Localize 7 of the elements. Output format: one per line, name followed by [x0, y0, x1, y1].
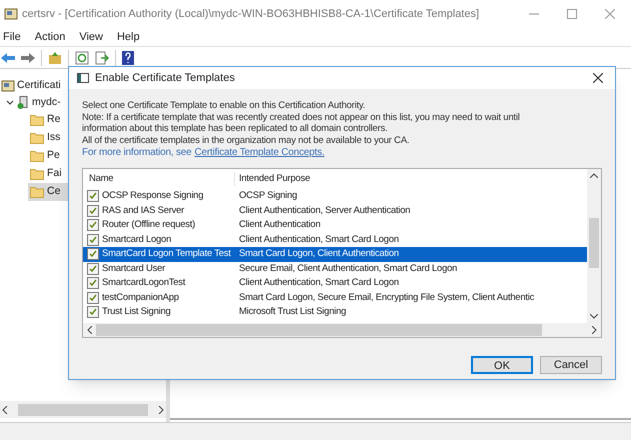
info-text: For more information, see: [82, 146, 192, 159]
window-title: certsrv - [Certification Authority (Local)\mydc-WIN-BO63HBHISB8-CA-1\Certificate Templates]: [22, 6, 480, 22]
dialog-title: Enable Certificate Templates: [95, 70, 235, 86]
instruction-text: Note: If a certificate template that was recently created does not appear on this list, you may need to wait until: [82, 112, 521, 123]
instruction-text: information about this template has been replicated to all domain controllers.: [82, 123, 388, 134]
instruction-text: Select one Certificate Template to enable on this Certification Authority.: [82, 100, 366, 112]
instruction-text: All of the certificate templates in the organization may not be available to your CA.: [82, 134, 410, 146]
